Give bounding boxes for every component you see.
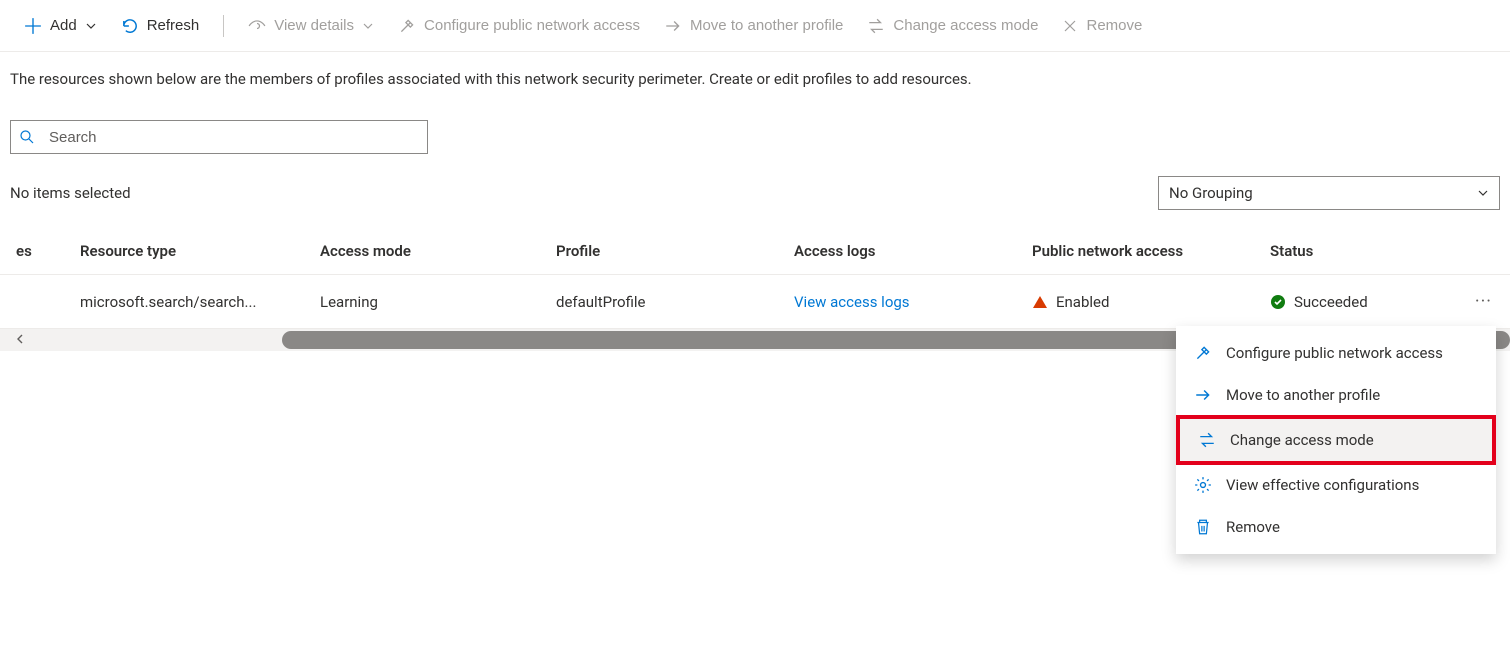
eye-icon [248,17,266,35]
view-details-label: View details [274,17,354,34]
warning-icon [1032,294,1048,310]
search-input[interactable] [35,128,419,147]
chevron-down-icon [362,20,374,32]
swap-icon [1198,431,1216,449]
swap-icon [867,17,885,35]
arrow-right-icon [1194,386,1212,404]
plus-icon [24,17,42,35]
table-container: es Resource type Access mode Profile Acc… [0,228,1510,351]
gear-icon [1194,476,1212,494]
ctx-view-effective[interactable]: View effective configurations [1176,464,1496,506]
row-context-menu: Configure public network access Move to … [1176,326,1496,554]
column-access-logs[interactable]: Access logs [794,228,1032,275]
cell-resource-type: microsoft.search/search... [80,275,320,329]
command-bar: Add Refresh View details Configure publi… [0,0,1510,52]
mid-row: No items selected No Grouping [0,172,1510,228]
grouping-dropdown[interactable]: No Grouping [1158,176,1500,210]
plug-icon [1194,344,1212,362]
column-public-network-access[interactable]: Public network access [1032,228,1270,275]
cell-profile: defaultProfile [556,275,794,329]
configure-pna-button[interactable]: Configure public network access [388,11,650,41]
column-access-mode[interactable]: Access mode [320,228,556,275]
trash-icon [1194,518,1212,536]
scroll-left-arrow[interactable] [0,333,40,348]
move-profile-label: Move to another profile [690,17,843,34]
table-row[interactable]: microsoft.search/search... Learning defa… [0,275,1510,329]
ctx-highlight-box: Change access mode [1176,415,1496,465]
remove-button[interactable]: Remove [1052,11,1152,40]
toolbar-separator [223,15,224,37]
refresh-button[interactable]: Refresh [111,11,210,41]
change-access-button[interactable]: Change access mode [857,11,1048,41]
ctx-view-effective-label: View effective configurations [1226,476,1419,494]
column-es[interactable]: es [0,228,80,275]
table-header-row: es Resource type Access mode Profile Acc… [0,228,1510,275]
chevron-down-icon [1477,187,1489,199]
search-container [0,92,1510,172]
grouping-value: No Grouping [1169,184,1253,202]
add-button[interactable]: Add [14,11,107,41]
chevron-down-icon [85,20,97,32]
cell-pna: Enabled [1056,293,1109,311]
column-status[interactable]: Status [1270,228,1450,275]
add-label: Add [50,17,77,34]
cell-status: Succeeded [1294,293,1368,311]
view-details-button[interactable]: View details [238,11,384,41]
ctx-remove-label: Remove [1226,518,1280,536]
refresh-icon [121,17,139,35]
plug-icon [398,17,416,35]
configure-pna-label: Configure public network access [424,17,640,34]
close-icon [1062,18,1078,34]
success-icon [1270,294,1286,310]
selection-text: No items selected [10,184,131,202]
change-access-label: Change access mode [893,17,1038,34]
description-text: The resources shown below are the member… [0,52,1510,92]
ctx-configure-pna[interactable]: Configure public network access [1176,332,1496,374]
remove-label: Remove [1086,17,1142,34]
resources-table: es Resource type Access mode Profile Acc… [0,228,1510,329]
ctx-move-profile-label: Move to another profile [1226,386,1380,404]
ctx-change-access-label: Change access mode [1230,431,1374,449]
column-resource-type[interactable]: Resource type [80,228,320,275]
move-profile-button[interactable]: Move to another profile [654,11,853,41]
column-profile[interactable]: Profile [556,228,794,275]
search-icon [19,129,35,145]
ctx-move-profile[interactable]: Move to another profile [1176,374,1496,416]
search-box[interactable] [10,120,428,154]
ctx-configure-pna-label: Configure public network access [1226,344,1443,362]
refresh-label: Refresh [147,17,200,34]
row-more-button[interactable]: ··· [1450,275,1510,329]
arrow-right-icon [664,17,682,35]
cell-access-mode: Learning [320,275,556,329]
view-access-logs-link[interactable]: View access logs [794,293,910,311]
ctx-change-access[interactable]: Change access mode [1180,419,1492,461]
ctx-remove[interactable]: Remove [1176,506,1496,548]
